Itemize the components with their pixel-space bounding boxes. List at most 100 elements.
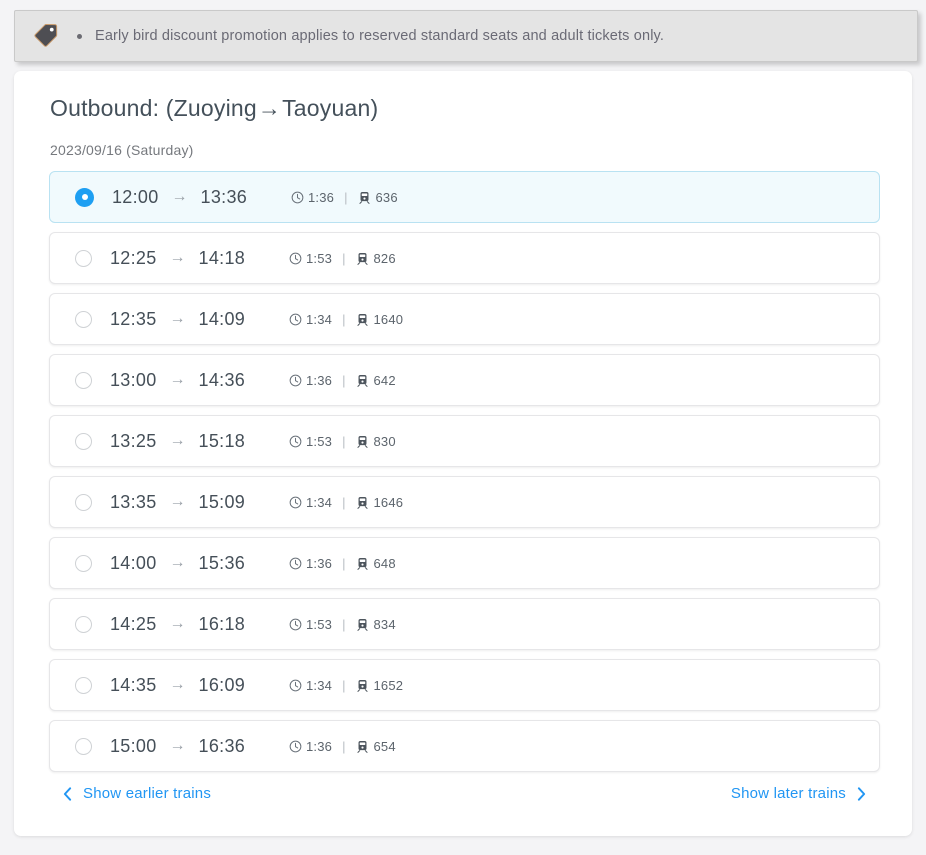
train-number: 636 xyxy=(375,189,398,205)
arrow-icon: → xyxy=(169,432,186,449)
train-number: 648 xyxy=(373,555,396,571)
train-row[interactable]: 13:00 → 14:36 1:36 | 642 xyxy=(49,354,880,406)
clock-icon xyxy=(289,496,302,508)
train-icon xyxy=(356,252,368,265)
train-meta: 1:36 | 654 xyxy=(289,739,396,754)
departure-time: 14:00 xyxy=(110,552,157,573)
arrow-icon: → xyxy=(171,188,188,205)
train-times: 14:00 → 15:36 xyxy=(110,553,270,574)
arrival-time: 15:36 xyxy=(198,552,246,573)
train-times: 13:25 → 15:18 xyxy=(110,431,270,452)
train-select-radio[interactable] xyxy=(75,493,92,511)
train-times: 13:00 → 14:36 xyxy=(110,370,270,391)
train-row[interactable]: 15:00 → 16:36 1:36 | 654 xyxy=(49,720,880,772)
train-select-radio[interactable] xyxy=(75,676,92,694)
chevron-left-icon xyxy=(63,786,72,801)
train-meta: 1:53 | 830 xyxy=(289,434,396,449)
page-title: Outbound: (Zuoying→Taoyuan) xyxy=(50,95,378,122)
train-number: 826 xyxy=(373,250,396,266)
clock-icon xyxy=(289,374,302,386)
train-row[interactable]: 13:25 → 15:18 1:53 | 830 xyxy=(49,415,880,467)
departure-time: 13:00 xyxy=(110,369,157,390)
train-number: 830 xyxy=(373,433,396,449)
train-select-radio[interactable] xyxy=(75,249,92,267)
travel-duration: 1:34 xyxy=(306,494,333,510)
pagination-nav: Show earlier trains Show later trains xyxy=(50,785,876,811)
train-meta: 1:53 | 834 xyxy=(289,617,396,632)
train-row[interactable]: 12:25 → 14:18 1:53 | 826 xyxy=(49,232,880,284)
meta-separator: | xyxy=(342,372,346,388)
train-select-radio[interactable] xyxy=(75,737,92,755)
train-number: 834 xyxy=(373,616,396,632)
clock-icon xyxy=(289,618,302,630)
train-row[interactable]: 14:35 → 16:09 1:34 | 1652 xyxy=(49,659,880,711)
train-list: 12:00 → 13:36 1:36 | 636 12:25 → 14:18 1:53 | 826 12… xyxy=(49,171,880,781)
train-row[interactable]: 12:00 → 13:36 1:36 | 636 xyxy=(49,171,880,223)
clock-icon xyxy=(289,679,302,691)
train-select-radio[interactable] xyxy=(75,432,92,450)
train-meta: 1:36 | 642 xyxy=(289,373,396,388)
train-row[interactable]: 13:35 → 15:09 1:34 | 1646 xyxy=(49,476,880,528)
clock-icon xyxy=(289,557,302,569)
train-times: 13:35 → 15:09 xyxy=(110,492,270,513)
arrival-time: 14:36 xyxy=(198,369,246,390)
train-meta: 1:34 | 1646 xyxy=(289,495,403,510)
meta-separator: | xyxy=(342,738,346,754)
travel-duration: 1:53 xyxy=(306,433,333,449)
train-select-radio[interactable] xyxy=(75,371,92,389)
train-times: 12:25 → 14:18 xyxy=(110,248,270,269)
train-icon xyxy=(356,374,368,387)
page-title-destination: Taoyuan) xyxy=(282,95,379,121)
train-icon xyxy=(356,557,368,570)
train-meta: 1:36 | 648 xyxy=(289,556,396,571)
train-icon xyxy=(356,740,368,753)
departure-time: 12:25 xyxy=(110,247,157,268)
clock-icon xyxy=(291,191,304,203)
train-icon xyxy=(356,313,368,326)
train-number: 654 xyxy=(373,738,396,754)
train-select-radio[interactable] xyxy=(75,310,92,328)
travel-duration: 1:36 xyxy=(308,189,335,205)
departure-time: 12:00 xyxy=(112,186,159,207)
arrival-time: 16:36 xyxy=(198,735,246,756)
train-meta: 1:53 | 826 xyxy=(289,251,396,266)
train-icon xyxy=(356,679,368,692)
train-row[interactable]: 14:00 → 15:36 1:36 | 648 xyxy=(49,537,880,589)
departure-time: 12:35 xyxy=(110,308,157,329)
train-times: 14:25 → 16:18 xyxy=(110,614,270,635)
arrow-icon: → xyxy=(169,493,186,510)
train-select-radio[interactable] xyxy=(75,187,94,207)
booking-page: Early bird discount promotion applies to… xyxy=(0,0,926,855)
train-select-radio[interactable] xyxy=(75,615,92,633)
meta-separator: | xyxy=(342,311,346,327)
travel-duration: 1:36 xyxy=(306,372,333,388)
show-earlier-trains-button[interactable]: Show earlier trains xyxy=(63,785,211,802)
travel-duration: 1:36 xyxy=(306,738,333,754)
arrow-icon: → xyxy=(169,676,186,693)
arrival-time: 16:09 xyxy=(198,674,246,695)
train-selection-card: Outbound: (Zuoying→Taoyuan) 2023/09/16 (… xyxy=(14,71,912,836)
departure-time: 15:00 xyxy=(110,735,157,756)
train-times: 14:35 → 16:09 xyxy=(110,675,270,696)
clock-icon xyxy=(289,313,302,325)
train-times: 15:00 → 16:36 xyxy=(110,736,270,757)
page-title-origin: Outbound: (Zuoying xyxy=(50,95,257,121)
arrow-icon: → xyxy=(169,554,186,571)
train-meta: 1:34 | 1640 xyxy=(289,312,403,327)
train-row[interactable]: 12:35 → 14:09 1:34 | 1640 xyxy=(49,293,880,345)
train-times: 12:00 → 13:36 xyxy=(112,187,272,208)
train-select-radio[interactable] xyxy=(75,554,92,572)
departure-time: 14:25 xyxy=(110,613,157,634)
notice-text: Early bird discount promotion applies to… xyxy=(95,28,665,44)
train-row[interactable]: 14:25 → 16:18 1:53 | 834 xyxy=(49,598,880,650)
meta-separator: | xyxy=(342,494,346,510)
arrival-time: 15:09 xyxy=(198,491,246,512)
show-later-trains-button[interactable]: Show later trains xyxy=(731,785,866,802)
arrow-icon: → xyxy=(169,737,186,754)
clock-icon xyxy=(289,435,302,447)
travel-duration: 1:34 xyxy=(306,311,333,327)
train-icon xyxy=(356,435,368,448)
train-icon xyxy=(358,191,370,204)
arrival-time: 14:18 xyxy=(198,247,246,268)
train-times: 12:35 → 14:09 xyxy=(110,309,270,330)
